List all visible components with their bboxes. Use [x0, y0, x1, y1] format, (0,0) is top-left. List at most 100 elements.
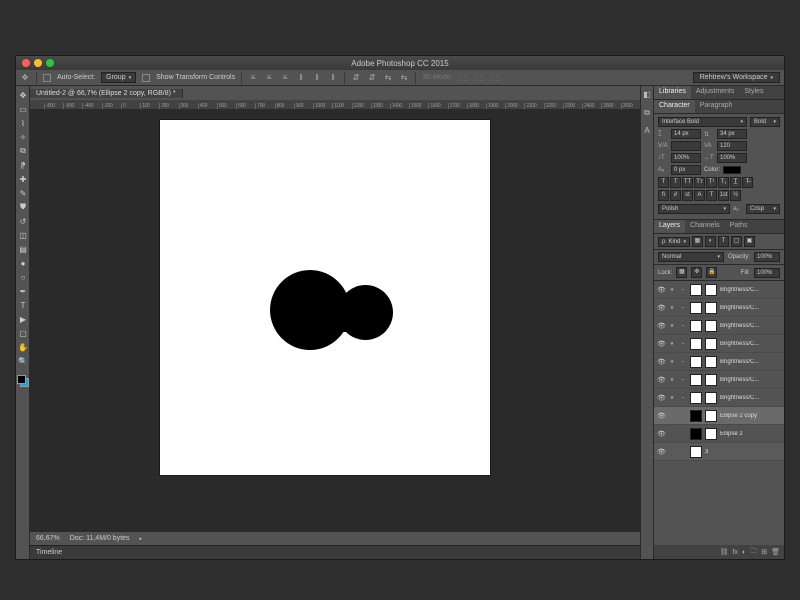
layer-mask-icon[interactable]: ◐: [742, 549, 746, 556]
smallcaps-button[interactable]: Tᴛ: [694, 177, 705, 188]
filter-shape-icon[interactable]: ▢: [731, 236, 742, 247]
visibility-icon[interactable]: 👁: [657, 394, 665, 402]
hand-tool[interactable]: ✋: [16, 340, 30, 354]
pen-tool[interactable]: ✒: [16, 284, 30, 298]
auto-select-checkbox[interactable]: [43, 74, 51, 82]
layer-mask-thumbnail[interactable]: [705, 320, 717, 332]
layer-row[interactable]: 👁★⎯Brightness/C...: [654, 371, 784, 389]
link-layers-icon[interactable]: ⛓: [720, 548, 729, 556]
layer-mask-thumbnail[interactable]: [705, 410, 717, 422]
layer-list[interactable]: 👁★⎯Brightness/C...👁★⎯Brightness/C...👁★⎯B…: [654, 281, 784, 545]
eyedropper-tool[interactable]: ⁋: [16, 158, 30, 172]
panel-tab[interactable]: Channels: [685, 220, 725, 233]
opentype-button[interactable]: st: [682, 190, 693, 201]
shape-tool[interactable]: ▢: [16, 326, 30, 340]
new-layer-icon[interactable]: ⊞: [761, 548, 767, 556]
distribute-icon[interactable]: ⇵: [351, 73, 361, 83]
bold-button[interactable]: T: [658, 177, 669, 188]
auto-select-mode-dropdown[interactable]: Group▾: [101, 72, 136, 83]
panel-icon[interactable]: A: [642, 126, 652, 136]
layer-fx-icon[interactable]: fx: [733, 549, 738, 556]
layer-mask-thumbnail[interactable]: [705, 284, 717, 296]
tracking-input[interactable]: 120: [717, 141, 747, 151]
layer-name[interactable]: Brightness/C...: [720, 341, 781, 347]
distribute-icon[interactable]: ⇵: [367, 73, 377, 83]
type-tool[interactable]: T: [16, 298, 30, 312]
leading-input[interactable]: 34 px: [717, 129, 747, 139]
align-icon[interactable]: ≡: [248, 73, 258, 83]
lock-pixels-icon[interactable]: ▦: [676, 267, 687, 278]
kerning-input[interactable]: [671, 141, 701, 151]
visibility-icon[interactable]: 👁: [657, 430, 665, 438]
visibility-icon[interactable]: 👁: [657, 322, 665, 330]
layer-thumbnail[interactable]: [690, 338, 702, 350]
close-window-icon[interactable]: [22, 59, 30, 67]
panel-tab[interactable]: Paragraph: [695, 100, 738, 113]
opentype-button[interactable]: ∂: [670, 190, 681, 201]
layer-thumbnail[interactable]: [690, 410, 702, 422]
show-transform-checkbox[interactable]: [142, 74, 150, 82]
layer-row[interactable]: 👁★⎯Brightness/C...: [654, 299, 784, 317]
filter-type-icon[interactable]: T: [718, 236, 729, 247]
layer-thumbnail[interactable]: [690, 374, 702, 386]
italic-button[interactable]: T: [670, 177, 681, 188]
layer-name[interactable]: Brightness/C...: [720, 305, 781, 311]
layer-thumbnail[interactable]: [690, 302, 702, 314]
layer-thumbnail[interactable]: [690, 446, 702, 458]
filter-pixel-icon[interactable]: ▦: [692, 236, 703, 247]
layer-name[interactable]: 3: [705, 449, 781, 455]
delete-layer-icon[interactable]: 🗑: [771, 548, 780, 556]
magic-wand-tool[interactable]: ✧: [16, 130, 30, 144]
layer-row[interactable]: 👁★⎯Brightness/C...: [654, 389, 784, 407]
document-tab[interactable]: Untitled-2 @ 66,7% (Ellipse 2 copy, RGB/…: [30, 89, 183, 98]
visibility-icon[interactable]: 👁: [657, 286, 665, 294]
crop-tool[interactable]: ⧉: [16, 144, 30, 158]
layer-thumbnail[interactable]: [690, 428, 702, 440]
layer-thumbnail[interactable]: [690, 356, 702, 368]
visibility-icon[interactable]: 👁: [657, 448, 665, 456]
opacity-input[interactable]: 100%: [754, 252, 780, 262]
antialias-dropdown[interactable]: Crisp▾: [746, 204, 780, 214]
layer-mask-thumbnail[interactable]: [705, 356, 717, 368]
canvas-viewport[interactable]: ⤡: [30, 110, 640, 531]
foreground-color-swatch[interactable]: [17, 375, 26, 384]
font-family-dropdown[interactable]: Interface Bold▾: [658, 117, 747, 127]
gradient-tool[interactable]: ▤: [16, 242, 30, 256]
underline-button[interactable]: T̲: [730, 177, 741, 188]
layer-mask-thumbnail[interactable]: [705, 302, 717, 314]
blend-mode-dropdown[interactable]: Normal▾: [658, 252, 724, 262]
layer-row[interactable]: 👁 Ellipse 2: [654, 425, 784, 443]
healing-tool[interactable]: ✚: [16, 172, 30, 186]
align-icon[interactable]: ‖: [296, 73, 306, 83]
color-swatches[interactable]: [16, 374, 30, 392]
opentype-button[interactable]: 1st: [718, 190, 729, 201]
layer-thumbnail[interactable]: [690, 320, 702, 332]
visibility-icon[interactable]: 👁: [657, 412, 665, 420]
align-icon[interactable]: ≡: [280, 73, 290, 83]
panel-tab[interactable]: Libraries: [654, 86, 691, 99]
filter-adjust-icon[interactable]: ◐: [705, 236, 716, 247]
layer-mask-thumbnail[interactable]: [705, 338, 717, 350]
lock-all-icon[interactable]: 🔒: [706, 267, 717, 278]
opentype-button[interactable]: T: [706, 190, 717, 201]
minimize-window-icon[interactable]: [34, 59, 42, 67]
layer-row[interactable]: 👁Ellipse 2 copy: [654, 407, 784, 425]
workspace-switcher[interactable]: Rehtrew's Workspace▾: [693, 72, 780, 83]
align-icon[interactable]: ‖: [312, 73, 322, 83]
subscript-button[interactable]: T₁: [718, 177, 729, 188]
layer-row[interactable]: 👁★⎯Brightness/C...: [654, 281, 784, 299]
layer-mask-thumbnail[interactable]: [705, 392, 717, 404]
opentype-button[interactable]: A: [694, 190, 705, 201]
brush-tool[interactable]: ✎: [16, 186, 30, 200]
panel-tab[interactable]: Layers: [654, 220, 685, 233]
zoom-level[interactable]: 66,67%: [36, 535, 60, 542]
layer-name[interactable]: Ellipse 2: [720, 431, 781, 437]
font-size-input[interactable]: 14 px: [671, 129, 701, 139]
panel-icon[interactable]: ⧉: [642, 108, 652, 118]
visibility-icon[interactable]: 👁: [657, 304, 665, 312]
layer-filter-kind[interactable]: ρKind▾: [658, 237, 690, 247]
layer-name[interactable]: Brightness/C...: [720, 287, 781, 293]
path-select-tool[interactable]: ▶: [16, 312, 30, 326]
marquee-tool[interactable]: ▭: [16, 102, 30, 116]
zoom-tool[interactable]: 🔍: [16, 354, 30, 368]
